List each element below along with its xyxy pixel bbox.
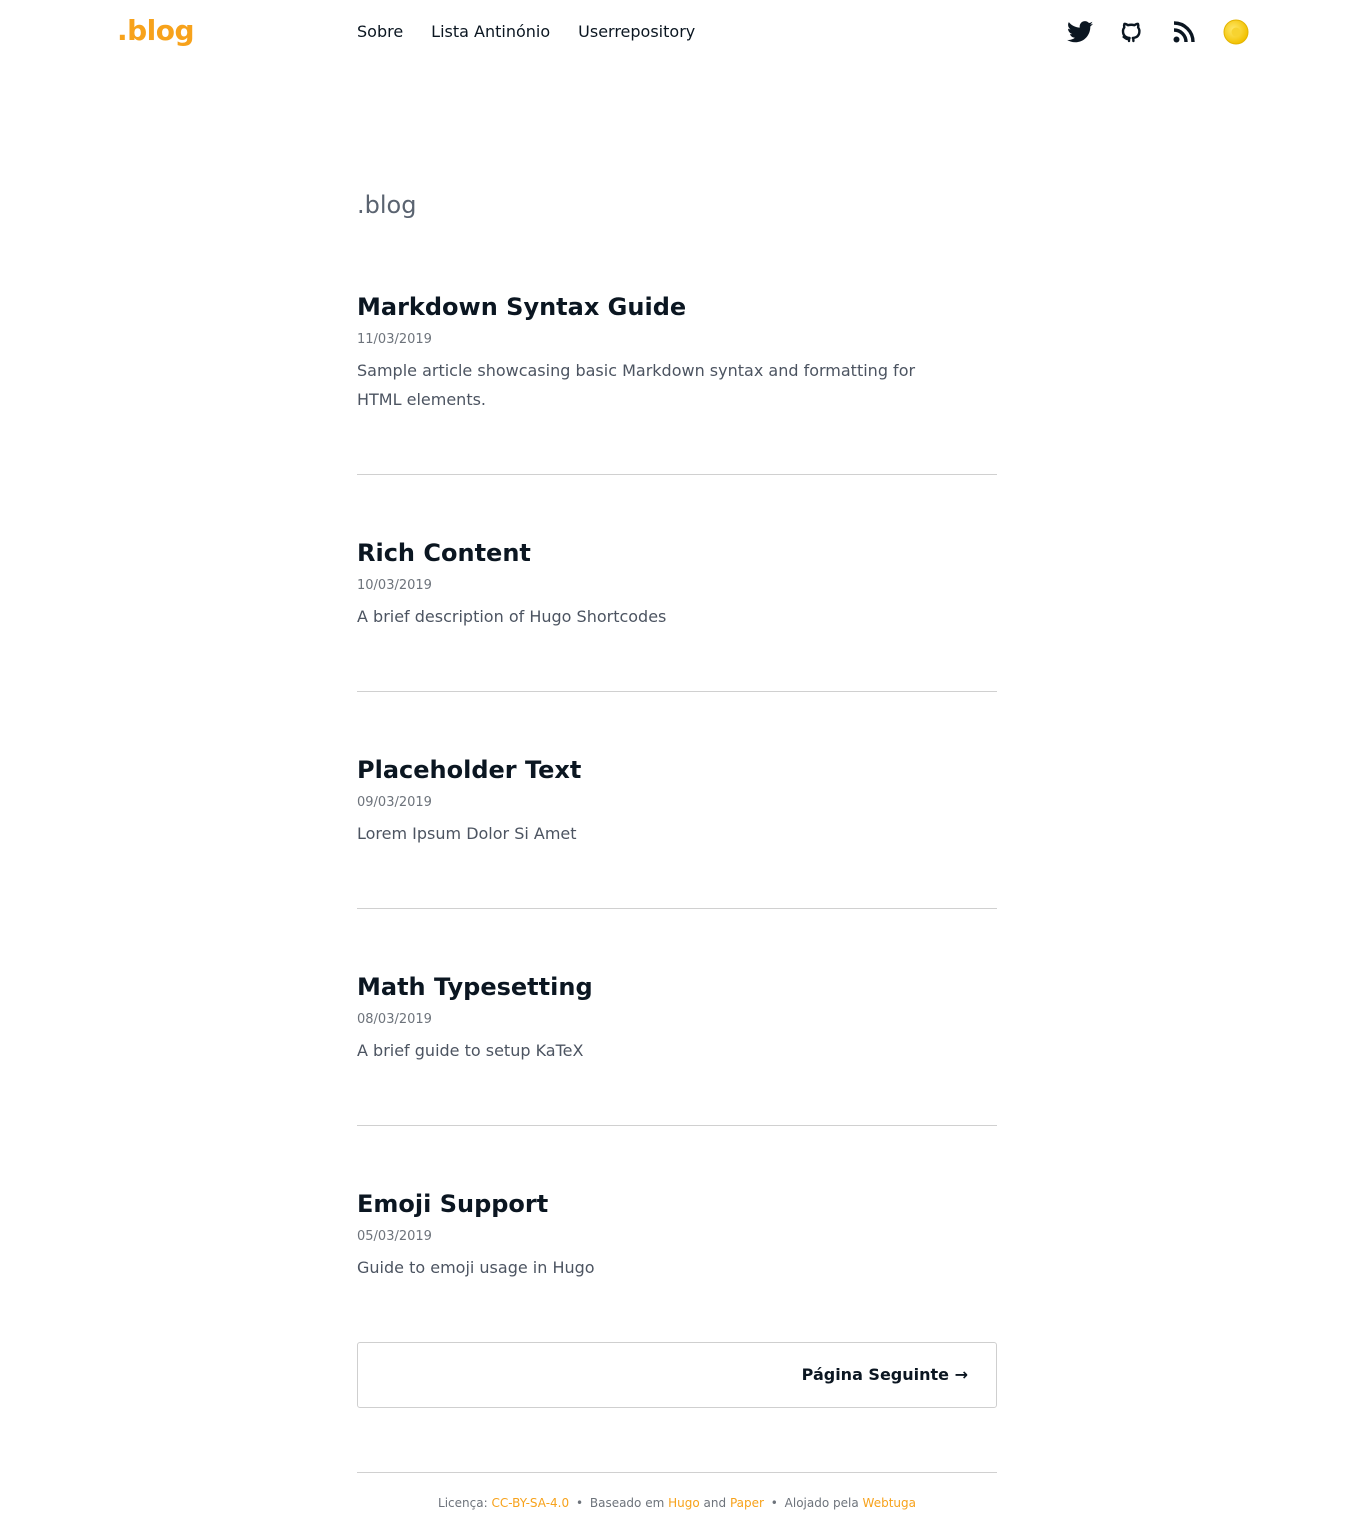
footer-divider [357,1472,997,1473]
hugo-link[interactable]: Hugo [668,1496,700,1510]
footer: Licença: CC-BY-SA-4.0 • Baseado em Hugo … [357,1496,997,1510]
post-date: 10/03/2019 [357,578,432,593]
theme-toggle-icon[interactable] [1222,18,1250,46]
license-link[interactable]: CC-BY-SA-4.0 [491,1496,569,1510]
post-item: Placeholder Text 09/03/2019 Lorem Ipsum … [357,755,997,848]
post-description: A brief guide to setup KaTeX [357,1041,584,1060]
social-links [1066,18,1250,46]
footer-separator: • [770,1496,778,1510]
post-date: 05/03/2019 [357,1229,432,1244]
divider [357,1125,997,1126]
webtuga-link[interactable]: Webtuga [863,1496,916,1510]
github-icon[interactable] [1118,18,1146,46]
twitter-icon[interactable] [1066,18,1094,46]
hosted-label: Alojado pela [784,1496,859,1510]
post-description: A brief description of Hugo Shortcodes [357,607,667,626]
post-title[interactable]: Emoji Support [357,1189,997,1219]
post-description: Lorem Ipsum Dolor Si Amet [357,824,577,843]
main-nav: Sobre Lista Antinónio Userrepository [357,22,695,41]
pagination: Página Seguinte → [357,1342,997,1408]
post-description: Guide to emoji usage in Hugo [357,1258,595,1277]
divider [357,474,997,475]
post-item: Emoji Support 05/03/2019 Guide to emoji … [357,1189,997,1282]
nav-item-userrepository[interactable]: Userrepository [578,22,695,41]
post-title[interactable]: Rich Content [357,538,997,568]
post-date: 11/03/2019 [357,332,432,347]
based-label: Baseado em [589,1496,665,1510]
divider [357,691,997,692]
nav-item-lista-antinonio[interactable]: Lista Antinónio [431,22,550,41]
rss-icon[interactable] [1170,18,1198,46]
footer-separator: • [575,1496,584,1510]
post-date: 08/03/2019 [357,1012,432,1027]
post-item: Math Typesetting 08/03/2019 A brief guid… [357,972,997,1065]
paper-link[interactable]: Paper [730,1496,764,1510]
site-logo[interactable]: .blog [117,14,195,47]
post-title[interactable]: Placeholder Text [357,755,997,785]
post-description: Sample article showcasing basic Markdown… [357,361,916,409]
license-label: Licença: [438,1496,488,1510]
post-item: Markdown Syntax Guide 11/03/2019 Sample … [357,292,997,414]
and-label: and [703,1496,727,1510]
nav-item-sobre[interactable]: Sobre [357,22,403,41]
next-page-button[interactable]: Página Seguinte → [802,1365,968,1384]
post-date: 09/03/2019 [357,795,432,810]
post-item: Rich Content 10/03/2019 A brief descript… [357,538,997,631]
divider [357,908,997,909]
post-title[interactable]: Math Typesetting [357,972,997,1002]
page-title: .blog [357,191,417,219]
post-title[interactable]: Markdown Syntax Guide [357,292,997,322]
